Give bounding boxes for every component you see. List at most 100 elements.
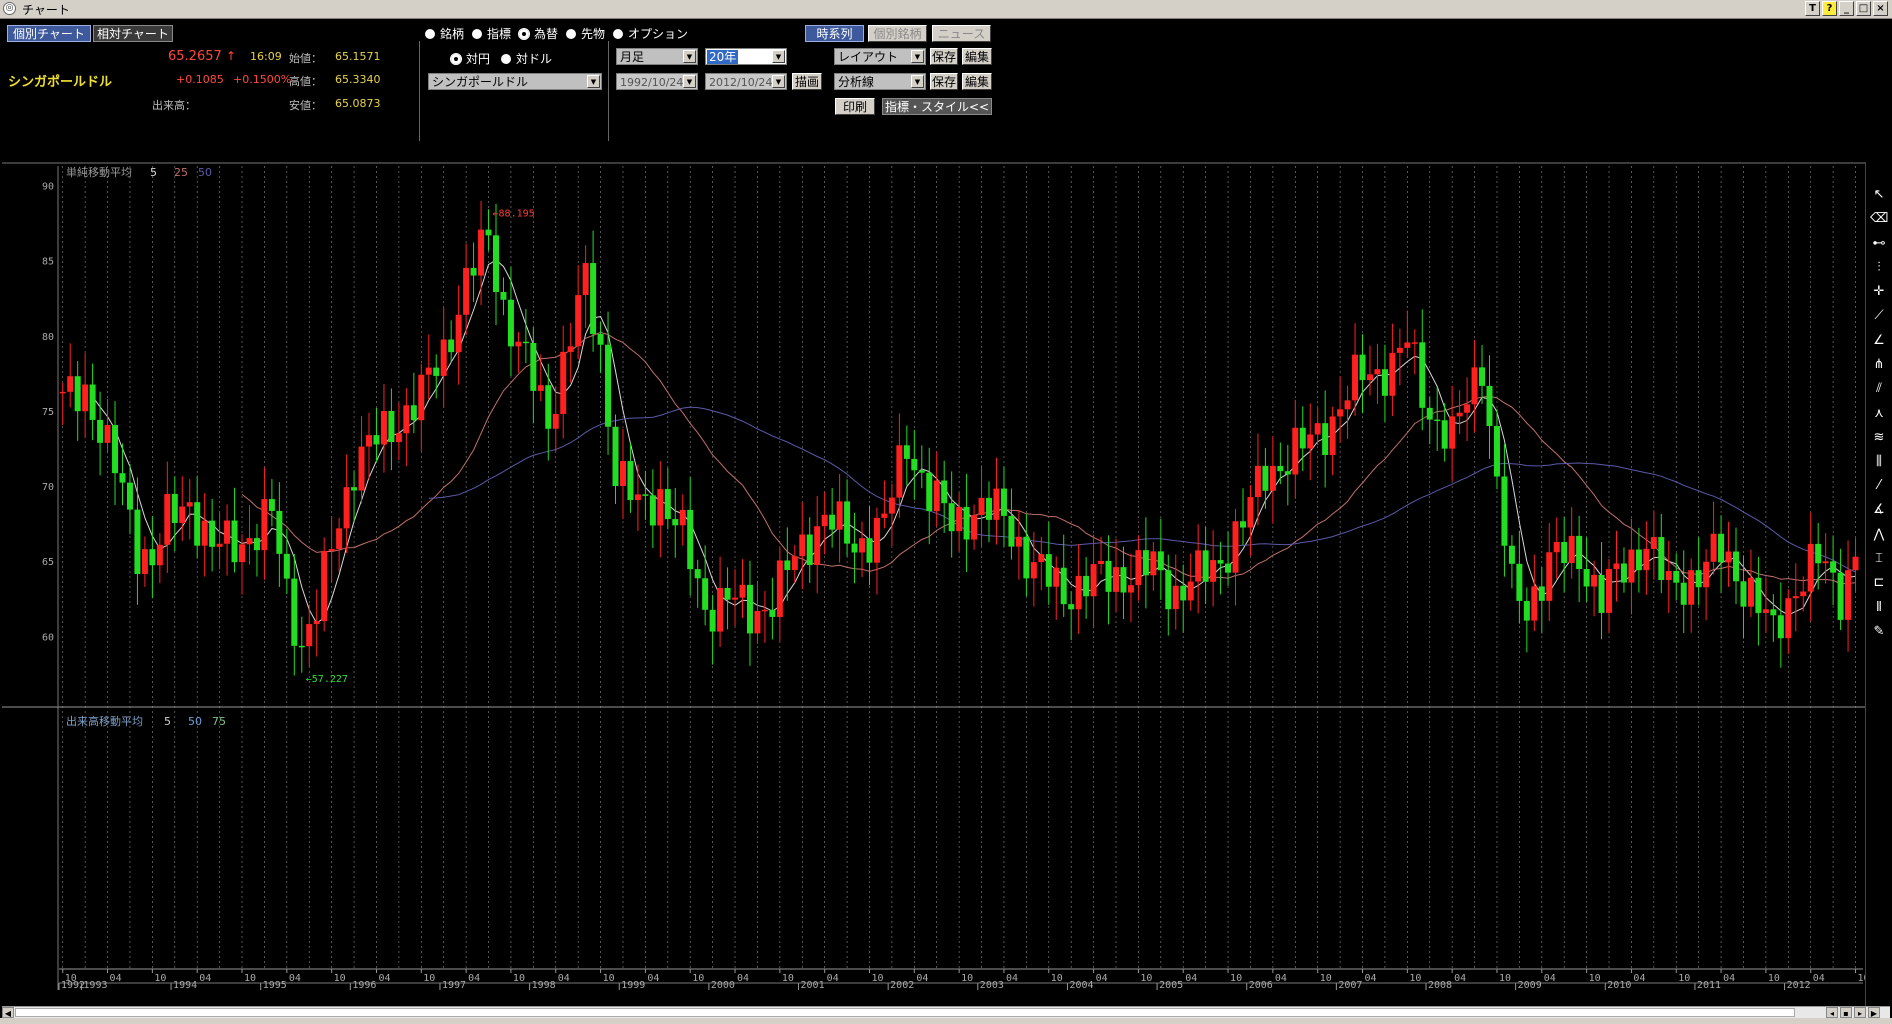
maximize-button[interactable]: □ — [1856, 1, 1871, 16]
help-button[interactable]: ? — [1822, 1, 1837, 16]
volume-legend-period: 50 — [188, 715, 202, 728]
radio-futures[interactable]: 先物 — [566, 25, 605, 42]
timeseries-button[interactable]: 時系列 — [805, 25, 864, 42]
candle-body — [732, 597, 739, 600]
range-icon[interactable]: ⌶ — [1870, 550, 1888, 568]
candle-body — [268, 499, 275, 511]
draw-button[interactable]: 描画 — [792, 73, 822, 90]
radio-stock[interactable]: 銘柄 — [425, 25, 464, 42]
scroll-step-right-icon[interactable]: ▸ — [1854, 1007, 1866, 1018]
candle-body — [1449, 416, 1456, 449]
radio-index[interactable]: 指標 — [472, 25, 511, 42]
candle-body — [836, 501, 843, 530]
close-button[interactable]: × — [1873, 1, 1888, 16]
x-month-label: 04 — [1633, 973, 1645, 984]
candle-body — [119, 473, 126, 483]
candle-body — [814, 526, 821, 566]
channel-icon[interactable]: ⊏ — [1870, 574, 1888, 592]
scroll-step-left-icon[interactable]: ◂ — [1826, 1007, 1838, 1018]
cycle-line-icon[interactable]: ⦀ — [1870, 599, 1888, 617]
candle-body — [201, 520, 208, 546]
tab-relative-chart[interactable]: 相対チャート — [93, 25, 173, 42]
ma-legend-period: 25 — [174, 166, 188, 179]
candle-body — [1486, 385, 1493, 427]
date-to-select[interactable]: 2012/10/24 ▼ — [705, 73, 787, 90]
x-month-label: 04 — [647, 973, 659, 984]
candle-body — [1747, 577, 1754, 607]
candle-body — [216, 543, 223, 547]
analysis-edit-button[interactable]: 編集 — [962, 73, 992, 90]
ray-line-icon[interactable]: ⁄ — [1870, 477, 1888, 495]
layout-select[interactable]: レイアウト ▼ — [834, 48, 926, 65]
chevron-down-icon: ▼ — [911, 50, 924, 63]
x-month-label: 10 — [1230, 973, 1242, 984]
zigzag-line-icon[interactable]: ⋀ — [1870, 526, 1888, 544]
candle-body — [560, 351, 567, 414]
cursor-icon[interactable]: ↖ — [1870, 186, 1888, 204]
candle-body — [605, 344, 612, 427]
y-tick-label: 65 — [42, 557, 54, 568]
analysis-save-button[interactable]: 保存 — [930, 73, 958, 90]
scroll-right-icon[interactable]: ▶ — [1868, 1007, 1880, 1018]
date-from-select[interactable]: 1992/10/24 ▼ — [616, 73, 698, 90]
candle-body — [239, 544, 246, 563]
candle-body — [1822, 561, 1829, 564]
layout-save-button[interactable]: 保存 — [930, 48, 958, 65]
instrument-name: シンガポールドル — [8, 75, 113, 90]
candle-body — [1389, 352, 1396, 396]
price-time: 16:09 — [250, 50, 282, 63]
fibonacci-fan-icon[interactable]: ⋏ — [1870, 405, 1888, 423]
scroll-left-icon[interactable]: ◀ — [2, 1007, 14, 1018]
candle-body — [1456, 412, 1463, 417]
candle-body — [1546, 552, 1553, 601]
candle-body — [126, 482, 133, 510]
horizontal-line-icon[interactable]: ⊷ — [1870, 235, 1888, 253]
layout-edit-button[interactable]: 編集 — [962, 48, 992, 65]
indicator-style-button[interactable]: 指標・スタイル<< — [882, 98, 992, 115]
x-year-label: 1998 — [532, 980, 556, 991]
span-select[interactable]: 20年 ▼ — [705, 48, 787, 65]
candle-body — [358, 446, 365, 491]
fibonacci-line-icon[interactable]: ⫽ — [1870, 380, 1888, 398]
vertical-line-icon[interactable]: ⫶ — [1870, 259, 1888, 277]
scroll-reset-icon[interactable]: ▪ — [1840, 1007, 1852, 1018]
analysis-select[interactable]: 分析線 ▼ — [834, 73, 926, 90]
candle-body — [896, 445, 903, 498]
individual-stock-button[interactable]: 個別銘柄 — [868, 25, 927, 42]
scroll-thumb[interactable] — [15, 1008, 1795, 1017]
drawing-toolbar: ↖ ⌫ ⊷ ⫶ ✛ ⟋ ∠ ⋔ ⫽ ⋏ ≋ ⫼ ⁄ ∡ ⋀ ⌶ ⊏ ⦀ ✎ — [1865, 162, 1892, 1009]
period-select[interactable]: 月足 ▼ — [616, 48, 698, 65]
print-button[interactable]: 印刷 — [835, 98, 875, 115]
radio-option[interactable]: オプション — [613, 25, 688, 42]
currency-select[interactable]: シンガポールドル ▼ — [428, 73, 602, 90]
fibonacci-time-icon[interactable]: ⫼ — [1870, 453, 1888, 471]
chart-area[interactable]: 90 85 80 75 70 65 60 単純移動平均 5 25 50 出来高移動平均 5 50 75 ←88… — [2, 162, 1870, 1009]
window-controls: T ? _ □ × — [1805, 1, 1888, 16]
radio-vs-usd[interactable]: 対ドル — [501, 50, 552, 67]
minimize-button[interactable]: _ — [1839, 1, 1854, 16]
gann-line-icon[interactable]: ∡ — [1870, 501, 1888, 519]
candle-body — [1792, 596, 1799, 599]
price-chart[interactable]: 90 85 80 75 70 65 60 単純移動平均 5 25 50 出来高移動平均 5 50 75 ←88… — [2, 162, 1870, 1009]
x-month-label: 04 — [1096, 973, 1108, 984]
angle-line-icon[interactable]: ∠ — [1870, 332, 1888, 350]
candle-body — [1523, 600, 1530, 621]
parallel-lines-icon[interactable]: ≋ — [1870, 429, 1888, 447]
text-mode-button[interactable]: T — [1805, 1, 1820, 16]
candle-body — [179, 506, 186, 523]
candle-body — [448, 339, 455, 353]
trend-line-icon[interactable]: ⟋ — [1870, 307, 1888, 325]
candle-body — [164, 493, 171, 545]
candle-body — [1239, 521, 1246, 528]
text-tool-icon[interactable]: ✎ — [1870, 623, 1888, 641]
radio-vs-yen[interactable]: 対円 — [450, 50, 490, 67]
tab-single-chart[interactable]: 個別チャート — [7, 25, 91, 42]
candle-body — [1419, 342, 1426, 408]
candle-body — [799, 534, 806, 557]
candle-body — [1352, 354, 1359, 401]
eraser-icon[interactable]: ⌫ — [1870, 210, 1888, 228]
radio-fx[interactable]: 為替 — [518, 25, 558, 42]
crosshair-icon[interactable]: ✛ — [1870, 283, 1888, 301]
news-button[interactable]: ニュース — [932, 25, 991, 42]
fan-line-icon[interactable]: ⋔ — [1870, 356, 1888, 374]
